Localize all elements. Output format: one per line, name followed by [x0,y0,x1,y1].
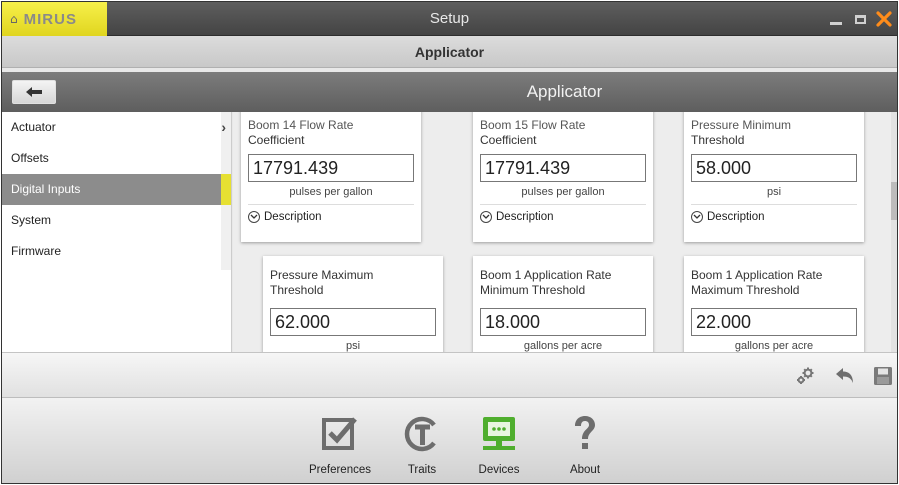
devices-monitor-icon [479,414,519,454]
unit-label: pulses per gallon [521,186,605,198]
question-mark-icon [565,414,605,454]
setting-card-boom1-rate-min: Boom 1 Application Rate Minimum Threshol… [473,256,653,352]
sidebar-item-label: Digital Inputs [11,182,81,196]
description-toggle[interactable]: Description [480,205,646,229]
chevron-down-icon [691,211,703,223]
setting-label: Boom 15 Flow Rate [480,118,586,132]
back-arrow-icon [26,87,42,97]
dock-traits[interactable]: Traits [387,414,457,476]
unit-label: psi [766,186,782,198]
sidebar: Actuator › Offsets Digital Inputs System… [2,112,232,352]
content-scrollbar[interactable] [891,112,897,352]
nav-bar: Applicator [2,72,897,112]
section-title: Applicator [526,82,603,101]
window-controls [827,2,893,36]
page-header: Applicator [2,36,897,68]
back-button[interactable] [12,80,56,104]
settings-gears-icon[interactable] [794,365,816,387]
close-icon[interactable] [875,10,893,28]
sidebar-item-digital-inputs[interactable]: Digital Inputs [2,174,231,205]
value-input[interactable] [480,154,646,182]
sidebar-item-actuator[interactable]: Actuator › [2,112,231,143]
setting-label: Pressure Minimum [691,118,792,132]
description-toggle[interactable]: Description [248,205,414,229]
sidebar-item-label: Firmware [11,244,61,258]
setting-label: Pressure Maximum [270,268,374,282]
sidebar-item-label: Actuator [11,120,56,134]
setting-card-pressure-min: Pressure Minimum Threshold psi Descripti… [684,112,864,242]
setting-label: Boom 14 Flow Rate [248,118,354,132]
value-input[interactable] [691,154,857,182]
setting-label: Coefficient [248,133,305,147]
app-window: Setup ⌂ MIRUS Applicator Applicator Actu… [1,1,898,484]
setting-label: Threshold [270,283,324,297]
chevron-down-icon [480,211,492,223]
chevron-down-icon [248,211,260,223]
sidebar-item-firmware[interactable]: Firmware [2,236,231,267]
dock-label: Traits [407,464,437,476]
window-title: Setup [429,10,470,27]
checkbox-icon [320,414,360,454]
setting-label: Minimum Threshold [480,283,586,297]
sidebar-item-label: System [11,213,52,227]
brand-name: MIRUS [23,10,77,28]
setting-label: Threshold [691,133,745,147]
minimize-icon[interactable] [827,10,845,28]
undo-icon[interactable] [834,365,856,387]
chevron-right-icon: › [221,119,226,135]
dock-label: Preferences [308,464,371,476]
unit-label: gallons per acre [523,340,603,352]
dock-devices[interactable]: Devices [464,414,534,476]
setting-label: Boom 1 Application Rate [691,268,823,282]
setting-label: Coefficient [480,133,537,147]
scrollbar-thumb[interactable] [891,182,897,220]
setting-card-boom14-flow: Boom 14 Flow Rate Coefficient pulses per… [241,112,421,242]
setting-card-boom15-flow: Boom 15 Flow Rate Coefficient pulses per… [473,112,653,242]
save-icon[interactable] [872,365,894,387]
dock-about[interactable]: About [550,414,620,476]
bottom-dock: Preferences Traits Devices About [2,398,897,483]
title-bar: Setup ⌂ MIRUS [2,2,897,36]
value-input[interactable] [270,308,436,336]
setting-label: Maximum Threshold [691,283,800,297]
value-input[interactable] [248,154,414,182]
traits-t-icon [402,414,442,454]
dock-label: About [569,464,601,476]
value-input[interactable] [691,308,857,336]
setting-card-boom1-rate-max: Boom 1 Application Rate Maximum Threshol… [684,256,864,352]
home-icon: ⌂ [10,12,18,26]
description-toggle[interactable]: Description [691,205,857,229]
dock-label: Devices [478,464,520,476]
unit-label: gallons per acre [734,340,814,352]
sidebar-item-system[interactable]: System [2,205,231,236]
mirus-logo[interactable]: ⌂ MIRUS [2,2,107,36]
action-toolbar [2,352,897,398]
unit-label: pulses per gallon [289,186,373,198]
maximize-icon[interactable] [851,10,869,28]
settings-content: Boom 14 Flow Rate Coefficient pulses per… [233,112,897,352]
dock-preferences[interactable]: Preferences [305,414,375,476]
active-marker [221,174,231,205]
sidebar-item-label: Offsets [11,151,49,165]
sidebar-item-offsets[interactable]: Offsets [2,143,231,174]
setting-card-pressure-max: Pressure Maximum Threshold psi [263,256,443,352]
value-input[interactable] [480,308,646,336]
setting-label: Boom 1 Application Rate [480,268,612,282]
unit-label: psi [345,340,361,352]
